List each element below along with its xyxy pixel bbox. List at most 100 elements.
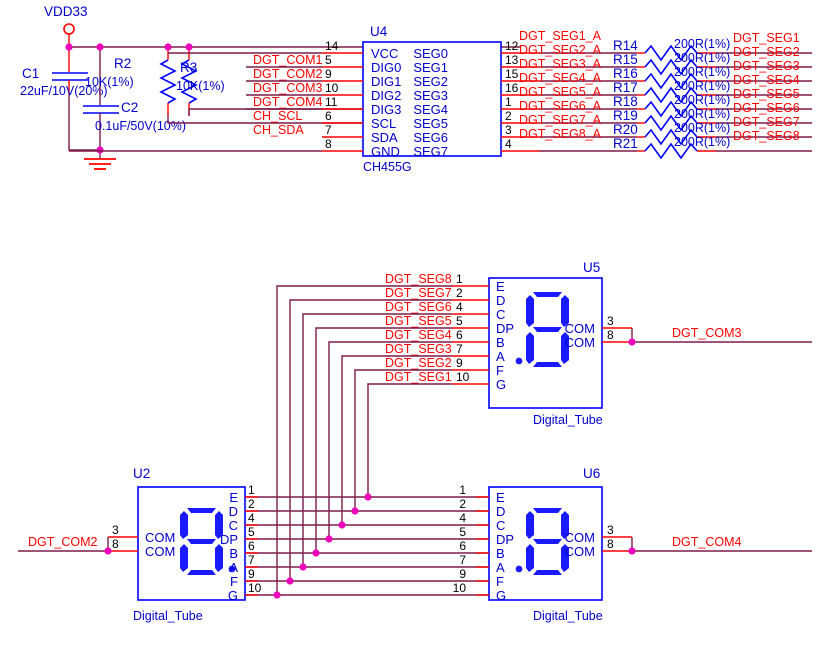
u6-pin-number: 10 <box>453 581 467 595</box>
u4-pin-name: SEG6 <box>413 130 448 145</box>
u4-pin-name: SCL <box>371 116 396 131</box>
component-u6-digital-tube[interactable]: U6 Digital_Tube E 1 D 2 C 4 DP 5 B 6 A 7… <box>453 466 812 623</box>
net-label-seg-out: DGT_SEG2 <box>733 45 800 59</box>
u4-pin-number: 14 <box>325 39 339 53</box>
net-label-seg: DGT_SEG2 <box>385 356 452 370</box>
u4-pin-name: SEG4 <box>413 102 448 117</box>
u4-left-pins: 14 VCC 5 DIG0 DGT_COM1 9 DIG1 DGT_COM2 1… <box>253 39 401 159</box>
u4-pin-name: SEG1 <box>413 60 448 75</box>
net-label-seg-out: DGT_SEG4 <box>733 73 800 87</box>
net-label-seg-a: DGT_SEG2_A <box>519 43 602 57</box>
u4-pin-number: 10 <box>325 81 339 95</box>
u4-pin-number: 13 <box>505 53 519 67</box>
net-label-seg: DGT_SEG1 <box>385 370 452 384</box>
u6-pin-name: B <box>496 546 505 561</box>
u4-pin-name: GND <box>371 144 400 159</box>
net-label-seg: DGT_SEG3 <box>385 342 452 356</box>
segment-a <box>533 508 562 513</box>
u5-pin-number: 10 <box>456 370 470 384</box>
u2-pin-number: 5 <box>248 525 255 539</box>
u4-pin-name: DIG3 <box>371 102 401 117</box>
u4-pin-name: SEG3 <box>413 88 448 103</box>
r17-refdes: R17 <box>613 80 638 95</box>
u6-pin-name: F <box>496 574 504 589</box>
u5-com-name: COM <box>565 321 595 336</box>
resistor-r3: R3 10K(1%) <box>176 47 225 116</box>
u6-com-number: 3 <box>607 523 614 537</box>
u6-pin-number: 7 <box>459 553 466 567</box>
net-label-seg: DGT_SEG7 <box>385 286 452 300</box>
u4-pin-name: DIG0 <box>371 60 401 75</box>
u4-pin-number: 1 <box>505 95 512 109</box>
r2-zigzag <box>159 59 177 104</box>
u6-com-number: 8 <box>607 537 614 551</box>
u2-pin-name: G <box>228 588 238 603</box>
segment-e <box>180 544 188 572</box>
u5-pin-name: G <box>496 377 506 392</box>
net-label-seg-a: DGT_SEG5_A <box>519 85 602 99</box>
r14-value: 200R(1%) <box>674 37 730 51</box>
u2-com-name: COM <box>145 530 175 545</box>
u4-refdes: U4 <box>370 24 388 39</box>
net-label-dgt-com3: DGT_COM3 <box>672 326 742 340</box>
net-label-seg-out: DGT_SEG7 <box>733 115 800 129</box>
net-label-seg-a: DGT_SEG8_A <box>519 127 602 141</box>
segment-dp <box>515 565 523 573</box>
segment-g <box>533 539 562 544</box>
u5-pin-number: 7 <box>456 342 463 356</box>
vdd33-port-circle <box>63 23 75 35</box>
u4-pin-name: SEG7 <box>413 144 448 159</box>
junction-dot <box>96 146 104 154</box>
net-label-seg-out: DGT_SEG3 <box>733 59 800 73</box>
component-u5-digital-tube[interactable]: U5 Digital_Tube 1 E DGT_SEG8 2 D DGT_SEG… <box>385 260 812 427</box>
net-label-seg-a: DGT_SEG1_A <box>519 29 602 43</box>
net-label-dgt-com2: DGT_COM2 <box>253 67 323 81</box>
component-u2-digital-tube[interactable]: U2 Digital_Tube COM COM 3 8 DGT_COM2 E 1… <box>18 466 262 623</box>
junction-dot <box>299 563 307 571</box>
segment-f <box>180 511 188 539</box>
u4-pin-name: VCC <box>371 46 398 61</box>
r17-value: 200R(1%) <box>674 79 730 93</box>
segment-c <box>215 544 223 572</box>
net-label-seg-out: DGT_SEG6 <box>733 101 800 115</box>
u5-pin-number: 1 <box>456 272 463 286</box>
u4-pin-number: 4 <box>505 137 512 151</box>
u4-pin-number: 16 <box>505 81 519 95</box>
net-label-seg: DGT_SEG6 <box>385 300 452 314</box>
u5-pin-name: D <box>496 293 505 308</box>
u2-com-number: 8 <box>112 537 119 551</box>
junction-dot <box>104 547 112 555</box>
u6-com-name: COM <box>565 530 595 545</box>
net-label-dgt-com2: DGT_COM2 <box>28 535 98 549</box>
r19-value: 200R(1%) <box>674 107 730 121</box>
net-label-dgt-com1: DGT_COM1 <box>253 53 323 67</box>
u5-pin-number: 6 <box>456 328 463 342</box>
net-label-seg-a: DGT_SEG6_A <box>519 99 602 113</box>
power-net-vdd33: VDD33 <box>44 4 88 47</box>
u4-pin-name: DIG2 <box>371 88 401 103</box>
u4-pin-number: 3 <box>505 123 512 137</box>
u2-pin-name: C <box>229 518 238 533</box>
u5-pin-g[interactable]: 10 G DGT_SEG1 <box>385 370 506 392</box>
net-label-seg-a: DGT_SEG7_A <box>519 113 602 127</box>
r2-value: 10K(1%) <box>85 75 134 89</box>
u2-com-number: 3 <box>112 523 119 537</box>
u5-pin-name: A <box>496 349 505 364</box>
u6-pin-name: C <box>496 518 505 533</box>
schematic-sheet: VDD33 C1 22uF/10V(20%) C2 0.1uF/50V(10%)… <box>0 0 816 645</box>
net-label-dgt-com4: DGT_COM4 <box>253 95 323 109</box>
c1-refdes: C1 <box>22 66 39 81</box>
u5-pin-name: F <box>496 363 504 378</box>
net-label-ch-sda: CH_SDA <box>253 123 304 137</box>
segment-g <box>187 539 216 544</box>
u4-pin-number: 9 <box>325 67 332 81</box>
net-label-seg-out: DGT_SEG8 <box>733 129 800 143</box>
u4-pin-number: 5 <box>325 53 332 67</box>
r20-value: 200R(1%) <box>674 121 730 135</box>
r21-value: 200R(1%) <box>674 135 730 149</box>
u5-refdes: U5 <box>583 260 600 275</box>
u5-com-number: 3 <box>607 314 614 328</box>
r16-refdes: R16 <box>613 66 638 81</box>
u4-pin-number: 8 <box>325 137 332 151</box>
r18-value: 200R(1%) <box>674 93 730 107</box>
